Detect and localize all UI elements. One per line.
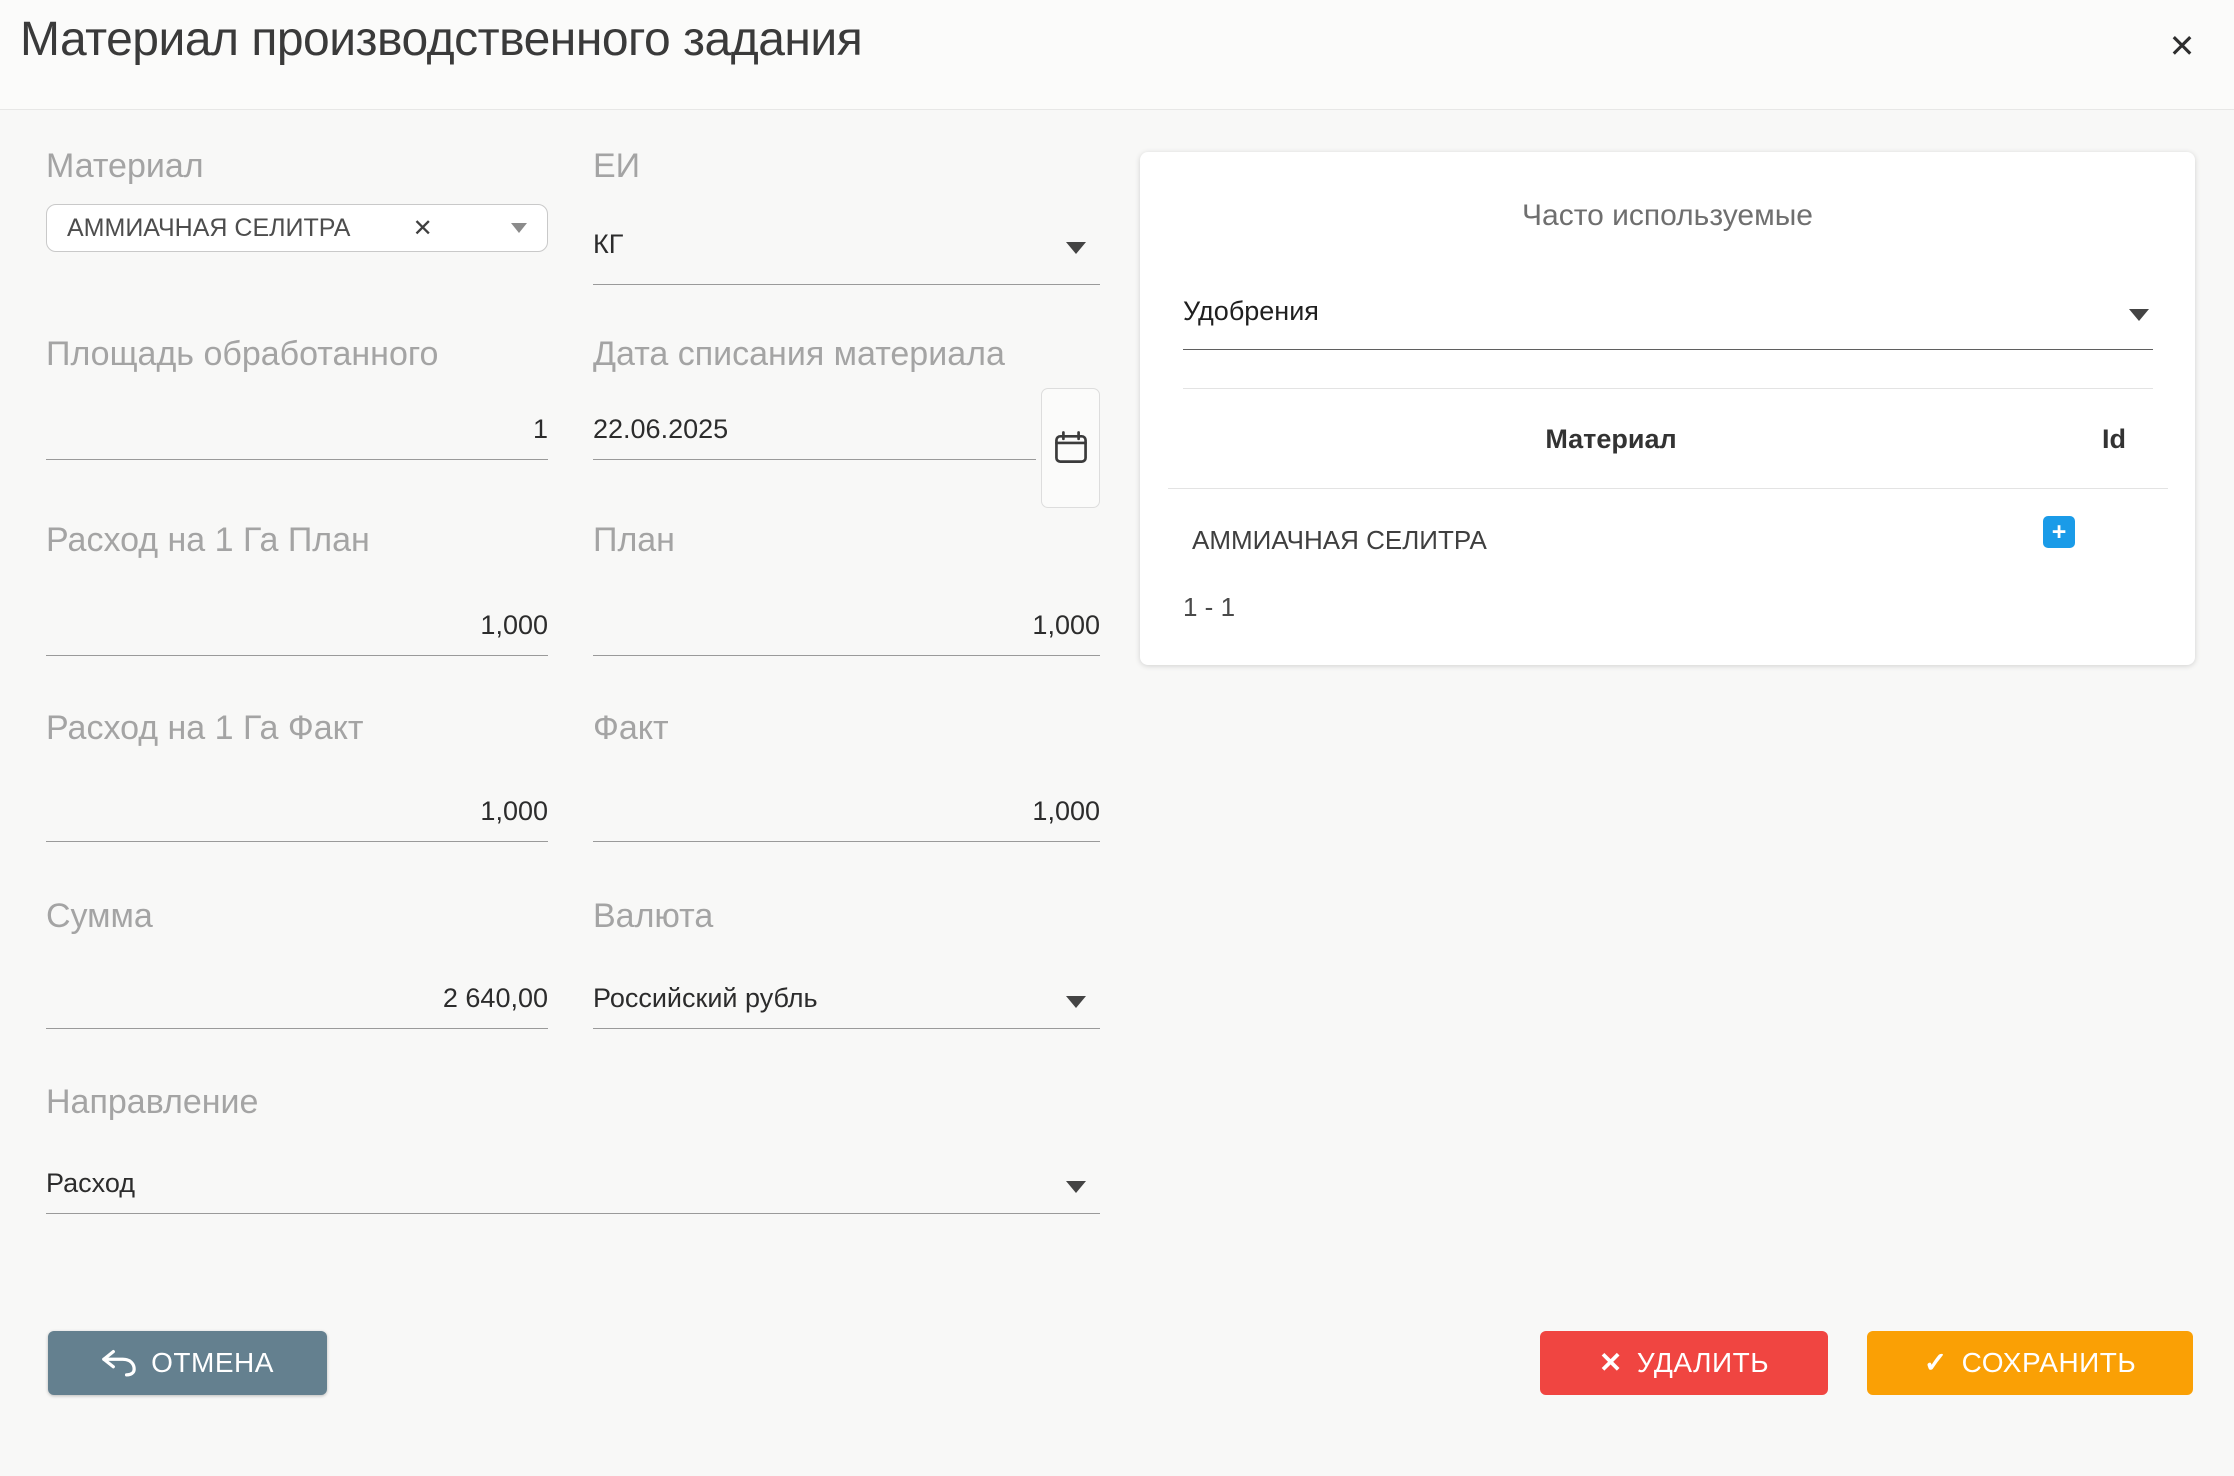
table-header: Материал Id	[1168, 424, 2168, 464]
chevron-down-icon[interactable]	[511, 223, 527, 233]
currency-value: Российский рубль	[593, 983, 818, 1014]
writeoff-date-value: 22.06.2025	[593, 414, 728, 445]
cancel-button[interactable]: ОТМЕНА	[48, 1331, 327, 1395]
processed-area-input[interactable]: 1	[46, 396, 548, 460]
material-value: АММИАЧНАЯ СЕЛИТРА	[67, 214, 350, 243]
chevron-down-icon	[1066, 242, 1086, 254]
sum-label: Сумма	[46, 896, 153, 936]
table-row: АММИАЧНАЯ СЕЛИТРА	[1168, 512, 2168, 568]
sum-input[interactable]: 2 640,00	[46, 965, 548, 1029]
close-icon: ✕	[2169, 27, 2196, 65]
undo-icon	[101, 1348, 137, 1378]
direction-select[interactable]: Расход	[46, 1150, 1100, 1214]
writeoff-date-input[interactable]: 22.06.2025	[593, 396, 1036, 460]
category-value: Удобрения	[1183, 296, 1319, 327]
processed-area-label: Площадь обработанного	[46, 334, 438, 374]
fact-label: Факт	[593, 708, 669, 748]
column-header-material[interactable]: Материал	[1168, 424, 2054, 455]
divider	[1168, 488, 2168, 489]
direction-label: Направление	[46, 1082, 258, 1122]
rate-per-ha-plan-label: Расход на 1 Га План	[46, 520, 370, 560]
chevron-down-icon	[2129, 309, 2149, 321]
currency-label: Валюта	[593, 896, 713, 936]
pagination: 1 - 1	[1183, 592, 1235, 623]
calendar-button[interactable]	[1041, 388, 1100, 508]
unit-label: ЕИ	[593, 146, 640, 186]
close-button[interactable]: ✕	[2158, 22, 2206, 70]
chevron-down-icon	[1066, 1181, 1086, 1193]
frequent-panel: Часто используемые Удобрения Материал Id…	[1140, 152, 2195, 665]
dialog-header: Материал производственного задания ✕	[0, 0, 2234, 110]
plus-icon: +	[2052, 517, 2067, 547]
rate-per-ha-fact-input[interactable]: 1,000	[46, 778, 548, 842]
processed-area-value: 1	[533, 414, 548, 445]
x-icon: ✕	[1599, 1349, 1623, 1377]
category-select[interactable]: Удобрения	[1183, 264, 2153, 350]
material-task-dialog: Материал производственного задания ✕ Мат…	[0, 0, 2234, 1476]
plan-value: 1,000	[1032, 610, 1100, 641]
row-material-name: АММИАЧНАЯ СЕЛИТРА	[1168, 525, 1487, 556]
rate-per-ha-fact-label: Расход на 1 Га Факт	[46, 708, 363, 748]
delete-button[interactable]: ✕ УДАЛИТЬ	[1540, 1331, 1828, 1395]
save-label: СОХРАНИТЬ	[1962, 1347, 2137, 1379]
frequent-panel-title: Часто используемые	[1140, 199, 2195, 233]
check-icon: ✓	[1924, 1349, 1948, 1377]
currency-select[interactable]: Российский рубль	[593, 965, 1100, 1029]
divider	[1183, 388, 2153, 389]
page-title: Материал производственного задания	[20, 12, 862, 67]
fact-value: 1,000	[1032, 796, 1100, 827]
material-select[interactable]: АММИАЧНАЯ СЕЛИТРА ✕	[46, 204, 548, 252]
plan-input[interactable]: 1,000	[593, 592, 1100, 656]
clear-icon[interactable]: ✕	[413, 214, 449, 243]
sum-value: 2 640,00	[443, 983, 548, 1014]
cancel-label: ОТМЕНА	[151, 1347, 274, 1379]
save-button[interactable]: ✓ СОХРАНИТЬ	[1867, 1331, 2193, 1395]
rate-per-ha-plan-input[interactable]: 1,000	[46, 592, 548, 656]
unit-select[interactable]: КГ	[593, 205, 1100, 285]
direction-value: Расход	[46, 1168, 135, 1199]
calendar-icon	[1052, 429, 1090, 467]
writeoff-date-label: Дата списания материала	[593, 334, 1005, 374]
delete-label: УДАЛИТЬ	[1637, 1347, 1769, 1379]
rate-per-ha-fact-value: 1,000	[480, 796, 548, 827]
material-label: Материал	[46, 146, 204, 186]
add-material-button[interactable]: +	[2043, 516, 2075, 548]
column-header-id[interactable]: Id	[2064, 424, 2164, 455]
chevron-down-icon	[1066, 996, 1086, 1008]
fact-input[interactable]: 1,000	[593, 778, 1100, 842]
rate-per-ha-plan-value: 1,000	[480, 610, 548, 641]
unit-value: КГ	[593, 229, 623, 260]
plan-label: План	[593, 520, 675, 560]
